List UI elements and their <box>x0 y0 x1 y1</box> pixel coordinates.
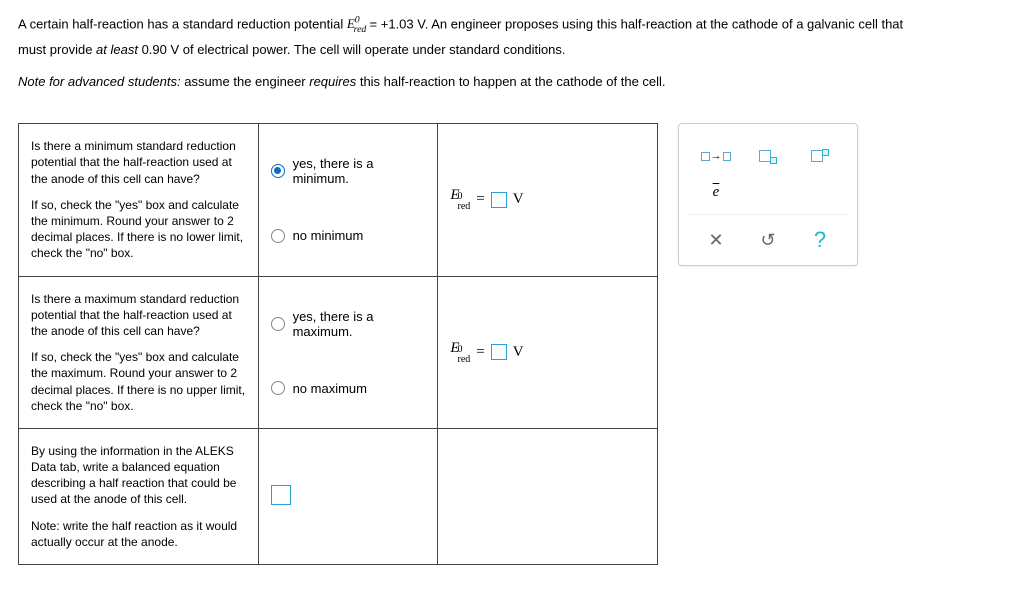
equation-input[interactable] <box>271 485 291 505</box>
close-button[interactable]: ✕ <box>699 225 733 255</box>
tool-row-1: → <box>689 142 847 170</box>
min-value-input[interactable] <box>491 192 507 208</box>
subscript-box-icon <box>770 157 777 164</box>
max-yes-radio-row[interactable]: yes, there is a maximum. <box>271 309 426 339</box>
eqn-prompt: By using the information in the ALEKS Da… <box>19 428 259 564</box>
close-icon: ✕ <box>708 230 723 251</box>
main-content: Is there a minimum standard reduction po… <box>18 123 1006 565</box>
min-yes-label: yes, there is a minimum. <box>293 156 426 186</box>
min-options: yes, there is a minimum. no minimum <box>258 124 438 276</box>
min-value-cell: E0red = V <box>438 124 658 276</box>
radio-icon <box>271 229 285 243</box>
note-prefix: Note for advanced students: <box>18 74 181 89</box>
max-no-radio-row[interactable]: no maximum <box>271 381 426 396</box>
reset-button[interactable]: ↺ <box>751 225 785 255</box>
tool-box-arrow-box[interactable]: → <box>701 142 731 170</box>
tool-panel: → e ✕ ↺ ? <box>678 123 858 266</box>
problem-statement: A certain half-reaction has a standard r… <box>18 12 1006 62</box>
action-row: ✕ ↺ ? <box>689 214 847 255</box>
problem-note: Note for advanced students: assume the e… <box>18 70 1006 93</box>
answer-table: Is there a minimum standard reduction po… <box>18 123 658 565</box>
min-prompt: Is there a minimum standard reduction po… <box>19 124 259 276</box>
min-yes-radio-row[interactable]: yes, there is a minimum. <box>271 156 426 186</box>
note-italic: requires <box>309 74 356 89</box>
radio-icon <box>271 381 285 395</box>
max-prompt: Is there a maximum standard reduction po… <box>19 276 259 428</box>
eqn-input-cell <box>258 428 438 564</box>
e0-symbol: E0red <box>347 16 370 31</box>
problem-line2-italic: at least <box>96 42 138 57</box>
max-no-label: no maximum <box>293 381 367 396</box>
problem-line1-post: . An engineer proposes using this half-r… <box>425 16 903 31</box>
min-unit: V <box>513 191 524 208</box>
eqn-empty <box>438 428 658 564</box>
note-post: this half-reaction to happen at the cath… <box>356 74 665 89</box>
problem-line2-post: 0.90 V of electrical power. The cell wil… <box>138 42 566 57</box>
problem-line2-pre: must provide <box>18 42 96 57</box>
electron-icon: e <box>713 184 720 201</box>
radio-icon <box>271 317 285 331</box>
problem-line1-pre: A certain half-reaction has a standard r… <box>18 16 347 31</box>
reset-icon: ↺ <box>760 230 775 251</box>
radio-icon <box>271 164 285 178</box>
box-icon <box>723 152 732 161</box>
max-value-cell: E0red = V <box>438 276 658 428</box>
row-maximum: Is there a maximum standard reduction po… <box>19 276 658 428</box>
max-options: yes, there is a maximum. no maximum <box>258 276 438 428</box>
superscript-box-icon <box>822 149 829 156</box>
max-equation: E0red = V <box>450 340 523 365</box>
arrow-icon: → <box>711 150 722 162</box>
row-minimum: Is there a minimum standard reduction po… <box>19 124 658 276</box>
max-yes-label: yes, there is a maximum. <box>293 309 426 339</box>
eqn-q1: By using the information in the ALEKS Da… <box>31 443 246 508</box>
row-equation: By using the information in the ALEKS Da… <box>19 428 658 564</box>
note-mid: assume the engineer <box>181 74 310 89</box>
tool-box-subscript[interactable] <box>753 142 783 170</box>
min-no-radio-row[interactable]: no minimum <box>271 228 426 243</box>
help-button[interactable]: ? <box>803 225 837 255</box>
min-equation: E0red = V <box>450 187 523 212</box>
max-value-input[interactable] <box>491 344 507 360</box>
eqn-q2: Note: write the half reaction as it woul… <box>31 518 246 550</box>
tool-row-2: e <box>689 178 847 206</box>
e0-value: = +1.03 V <box>370 16 425 31</box>
min-no-label: no minimum <box>293 228 364 243</box>
tool-electron[interactable]: e <box>701 178 731 206</box>
box-icon <box>701 152 710 161</box>
tool-box-superscript[interactable] <box>805 142 835 170</box>
help-icon: ? <box>814 227 826 253</box>
max-unit: V <box>513 344 524 361</box>
